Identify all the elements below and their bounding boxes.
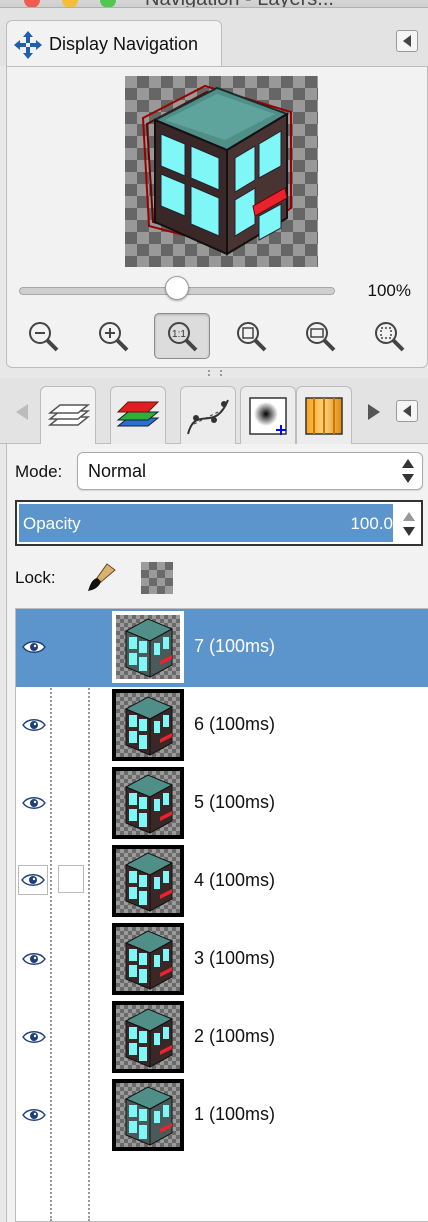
layer-row[interactable]: 7 (100ms) <box>16 609 428 687</box>
opacity-label: Opacity <box>23 514 81 533</box>
tab-scroll-right-icon[interactable] <box>368 404 380 420</box>
move-arrows-icon <box>14 30 42 59</box>
eye-icon[interactable] <box>22 1105 46 1125</box>
zoom-out-icon <box>29 322 59 352</box>
zoom-fit-image-icon <box>237 322 267 352</box>
triangle-left-icon <box>403 405 411 417</box>
eye-icon[interactable] <box>18 865 48 895</box>
lock-label: Lock: <box>15 568 56 587</box>
dock-resize-grip[interactable] <box>208 370 222 376</box>
building-thumbnail-image <box>116 849 180 913</box>
tab-brushes[interactable] <box>240 386 296 444</box>
layer-row[interactable]: 5 (100ms) <box>16 765 428 843</box>
layers-dock-tabbar <box>0 378 428 446</box>
zoom-window-button[interactable] <box>100 0 116 7</box>
minimize-window-button[interactable] <box>62 0 78 7</box>
layers-panel: Mode: Normal Opacity 100.0 Lock: 7 (100m… <box>6 444 428 1222</box>
layer-row[interactable]: 2 (100ms) <box>16 999 428 1077</box>
zoom-percentage: 100% <box>367 281 411 300</box>
tab-gradients[interactable] <box>296 386 352 444</box>
zoom-in-button[interactable] <box>85 313 141 359</box>
zoom-in-icon <box>99 322 129 352</box>
layer-row[interactable]: 3 (100ms) <box>16 921 428 999</box>
building-thumbnail-image <box>116 615 180 679</box>
building-thumbnail-image <box>116 927 180 991</box>
layer-row[interactable]: 6 (100ms) <box>16 687 428 765</box>
opacity-stepper-icon[interactable] <box>403 510 415 538</box>
layer-thumbnail <box>112 845 184 917</box>
brushes-icon <box>249 396 287 435</box>
navigation-preview[interactable] <box>125 76 318 267</box>
layer-name: 6 (100ms) <box>194 714 276 734</box>
layer-thumbnail <box>112 767 184 839</box>
mode-label: Mode: <box>15 462 63 481</box>
layer-thumbnail <box>112 1001 184 1073</box>
opacity-spin-scale[interactable]: Opacity 100.0 <box>15 500 423 546</box>
eye-icon[interactable] <box>22 715 46 735</box>
gradients-icon <box>305 396 343 435</box>
zoom-buttons-row: 1:1 <box>7 313 428 361</box>
chain-toggle[interactable] <box>58 865 84 893</box>
layers-dock-menu-button[interactable] <box>396 400 418 422</box>
navigation-dock-menu-button[interactable] <box>396 30 418 52</box>
zoom-shrink-wrap-button[interactable] <box>361 313 417 359</box>
updown-arrows-icon <box>402 457 414 485</box>
zoom-1-1-icon: 1:1 <box>168 322 198 352</box>
layer-thumbnail <box>112 689 184 761</box>
zoom-1-1-label: 1:1 <box>172 329 186 340</box>
eye-icon[interactable] <box>22 637 46 657</box>
mode-select[interactable]: Normal <box>77 452 423 490</box>
window-title: Navigation - Layers... <box>145 0 334 7</box>
zoom-shrink-wrap-icon <box>375 322 405 352</box>
tab-layers[interactable] <box>40 386 96 446</box>
layer-thumbnail <box>112 923 184 995</box>
building-thumbnail-image <box>116 1083 180 1147</box>
lock-pixels-brush-icon[interactable] <box>85 560 119 594</box>
zoom-slider-thumb[interactable] <box>165 276 189 300</box>
zoom-fill-window-icon <box>306 322 336 352</box>
window-titlebar: Navigation - Layers... <box>0 0 428 8</box>
layer-thumbnail <box>112 1079 184 1151</box>
navigation-panel: 100% 1:1 <box>6 66 428 368</box>
tab-display-navigation[interactable]: Display Navigation <box>6 20 222 68</box>
close-window-button[interactable] <box>24 0 40 7</box>
zoom-fit-image-button[interactable] <box>223 313 279 359</box>
eye-icon[interactable] <box>22 793 46 813</box>
layer-thumbnail <box>112 611 184 683</box>
layer-name: 2 (100ms) <box>194 1026 276 1046</box>
opacity-value: 100.0 <box>350 514 393 533</box>
layer-name: 3 (100ms) <box>194 948 276 968</box>
building-preview-image <box>141 84 292 256</box>
layers-icon <box>47 403 90 426</box>
building-thumbnail-image <box>116 693 180 757</box>
layer-name: 5 (100ms) <box>194 792 276 812</box>
zoom-fill-window-button[interactable] <box>292 313 348 359</box>
mode-select-value: Normal <box>88 460 147 481</box>
navigation-dock-tabbar: Display Navigation <box>0 8 428 68</box>
navigation-tab-label: Display Navigation <box>49 34 199 54</box>
layer-name: 4 (100ms) <box>194 870 276 890</box>
zoom-out-button[interactable] <box>15 313 71 359</box>
eye-icon[interactable] <box>22 949 46 969</box>
lock-alpha-checker-icon[interactable] <box>141 562 173 594</box>
layer-list[interactable]: 7 (100ms) 6 (100ms) 5 (100ms) 4 (100ms) 3 (1… <box>15 608 428 1222</box>
tab-scroll-left-icon[interactable] <box>16 404 28 420</box>
layer-row[interactable]: 1 (100ms) <box>16 1077 428 1155</box>
triangle-left-icon <box>403 35 411 47</box>
paths-icon <box>187 399 229 434</box>
tab-channels[interactable] <box>110 386 166 444</box>
layer-name: 7 (100ms) <box>194 636 276 656</box>
zoom-1-1-button[interactable]: 1:1 <box>154 313 210 359</box>
building-thumbnail-image <box>116 1005 180 1069</box>
building-thumbnail-image <box>116 771 180 835</box>
layer-row[interactable]: 4 (100ms) <box>16 843 428 921</box>
layer-name: 1 (100ms) <box>194 1104 276 1124</box>
tab-paths[interactable] <box>180 386 236 444</box>
eye-icon[interactable] <box>22 1027 46 1047</box>
channels-icon <box>116 401 160 426</box>
